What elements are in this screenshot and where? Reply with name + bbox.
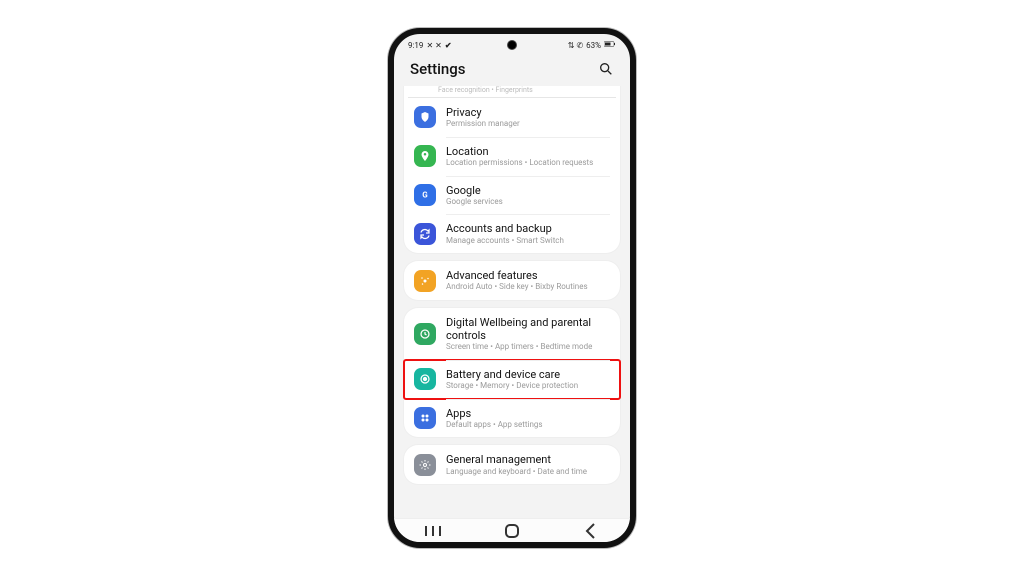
- battery-icon: [604, 40, 616, 50]
- page-title: Settings: [410, 60, 466, 78]
- settings-item-title: Battery and device care: [446, 368, 578, 381]
- settings-item-subtitle: Google services: [446, 197, 503, 207]
- settings-item-subtitle: Permission manager: [446, 119, 520, 129]
- status-extra-icons: ✕ ✕: [426, 41, 441, 50]
- settings-item-location[interactable]: LocationLocation permissions • Location …: [404, 137, 620, 176]
- search-button[interactable]: [598, 61, 614, 77]
- phone-frame: 9:19 ✕ ✕ ✔ ⇅ ✆ 63% Settings Face recogni…: [388, 28, 636, 548]
- settings-item-text: Battery and device careStorage • Memory …: [446, 368, 578, 391]
- settings-item-title: Advanced features: [446, 269, 588, 282]
- settings-item-text: Digital Wellbeing and parental controlsS…: [446, 316, 610, 352]
- settings-item-subtitle: Language and keyboard • Date and time: [446, 467, 587, 477]
- settings-item-privacy[interactable]: PrivacyPermission manager: [404, 98, 620, 137]
- status-time: 9:19: [408, 41, 423, 50]
- settings-item-text: PrivacyPermission manager: [446, 106, 520, 129]
- settings-item-title: Privacy: [446, 106, 520, 119]
- settings-item-subtitle: Default apps • App settings: [446, 420, 543, 430]
- settings-item-subtitle: Manage accounts • Smart Switch: [446, 236, 564, 246]
- sparkle-icon: [414, 270, 436, 292]
- settings-group-1: Advanced featuresAndroid Auto • Side key…: [404, 261, 620, 300]
- android-nav-bar: [394, 518, 630, 542]
- sync-icon: [414, 223, 436, 245]
- settings-item-text: GoogleGoogle services: [446, 184, 503, 207]
- settings-scroll[interactable]: Face recognition • Fingerprints PrivacyP…: [394, 86, 630, 518]
- settings-item-title: General management: [446, 453, 587, 466]
- settings-item-title: Location: [446, 145, 593, 158]
- settings-group-0: Face recognition • Fingerprints PrivacyP…: [404, 86, 620, 253]
- settings-item-cut[interactable]: Face recognition • Fingerprints: [408, 86, 616, 98]
- battery-icon: [414, 368, 436, 390]
- settings-item-text: General managementLanguage and keyboard …: [446, 453, 587, 476]
- settings-item-subtitle: Screen time • App timers • Bedtime mode: [446, 342, 610, 352]
- settings-item-text: LocationLocation permissions • Location …: [446, 145, 593, 168]
- pin-icon: [414, 145, 436, 167]
- settings-item-text: AppsDefault apps • App settings: [446, 407, 543, 430]
- settings-item-apps[interactable]: AppsDefault apps • App settings: [404, 399, 620, 438]
- settings-group-3: General managementLanguage and keyboard …: [404, 445, 620, 484]
- settings-item-title: Google: [446, 184, 503, 197]
- settings-group-2: Digital Wellbeing and parental controlsS…: [404, 308, 620, 438]
- status-battery-text: 63%: [586, 41, 601, 50]
- nav-back-button[interactable]: [579, 524, 603, 538]
- settings-item-title: Accounts and backup: [446, 222, 564, 235]
- wellbeing-icon: [414, 323, 436, 345]
- google-icon: G: [414, 184, 436, 206]
- gear-icon: [414, 454, 436, 476]
- app-header: Settings: [394, 56, 630, 86]
- twitter-icon: ✔: [445, 41, 452, 50]
- shield-icon: [414, 106, 436, 128]
- settings-item-battery-and-device-care[interactable]: Battery and device careStorage • Memory …: [404, 360, 620, 399]
- settings-item-text: Advanced featuresAndroid Auto • Side key…: [446, 269, 588, 292]
- settings-item-advanced-features[interactable]: Advanced featuresAndroid Auto • Side key…: [404, 261, 620, 300]
- settings-item-title: Digital Wellbeing and parental controls: [446, 316, 610, 342]
- apps-icon: [414, 407, 436, 429]
- settings-item-subtitle: Android Auto • Side key • Bixby Routines: [446, 282, 588, 292]
- nav-recents-button[interactable]: [421, 524, 445, 538]
- settings-item-title: Apps: [446, 407, 543, 420]
- svg-text:G: G: [422, 190, 428, 199]
- settings-item-digital-wellbeing-and-parental-controls[interactable]: Digital Wellbeing and parental controlsS…: [404, 308, 620, 360]
- settings-item-subtitle: Location permissions • Location requests: [446, 158, 593, 168]
- status-network-icons: ⇅ ✆: [568, 41, 583, 50]
- front-camera: [508, 41, 516, 49]
- settings-item-text: Accounts and backupManage accounts • Sma…: [446, 222, 564, 245]
- settings-item-subtitle: Storage • Memory • Device protection: [446, 381, 578, 391]
- settings-item-accounts-and-backup[interactable]: Accounts and backupManage accounts • Sma…: [404, 214, 620, 253]
- settings-item-google[interactable]: G GoogleGoogle services: [404, 176, 620, 215]
- nav-home-button[interactable]: [500, 524, 524, 538]
- settings-item-general-management[interactable]: General managementLanguage and keyboard …: [404, 445, 620, 484]
